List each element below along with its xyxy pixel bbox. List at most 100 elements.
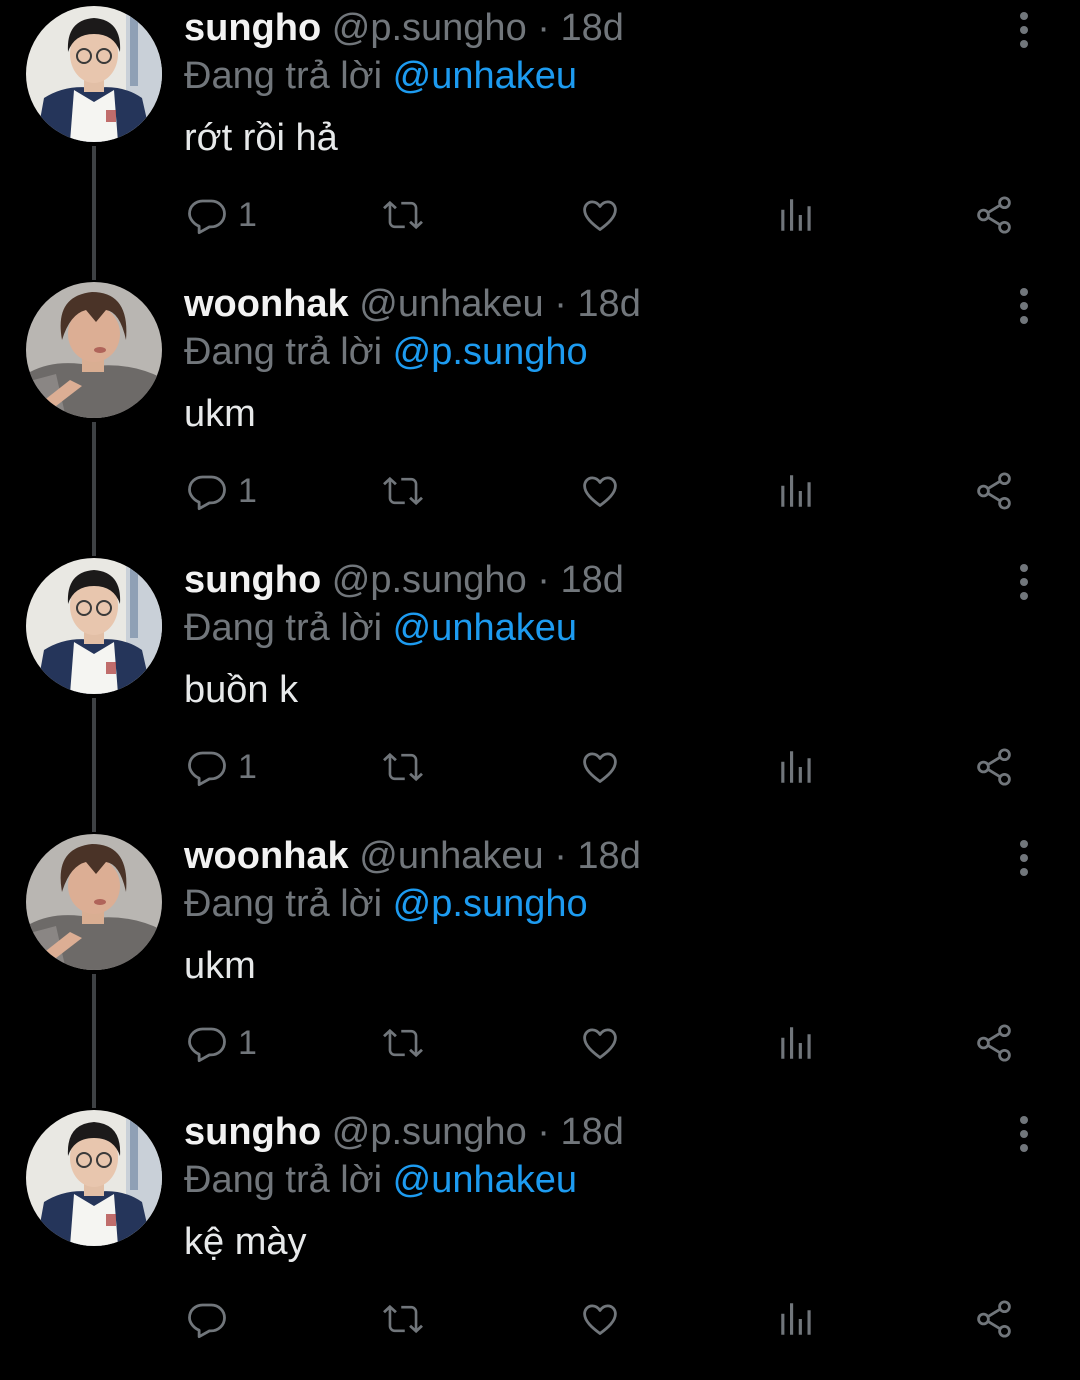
retweet-icon xyxy=(383,1028,423,1058)
tweet[interactable]: sungho @p.sungho · 18d Đang trả lời @unh… xyxy=(0,552,1080,832)
reply-button[interactable]: 1 xyxy=(186,190,257,240)
reply-mention-link[interactable]: @unhakeu xyxy=(393,55,577,97)
replying-to: Đang trả lời @unhakeu xyxy=(184,1156,577,1204)
views-button[interactable] xyxy=(776,190,818,240)
views-button[interactable] xyxy=(776,1294,818,1344)
author-name[interactable]: woonhak xyxy=(184,835,349,877)
avatar[interactable] xyxy=(26,282,162,418)
timestamp[interactable]: 18d xyxy=(560,7,623,49)
views-icon xyxy=(781,475,811,507)
author-handle[interactable]: @p.sungho xyxy=(332,559,527,601)
retweet-button[interactable] xyxy=(380,1294,426,1344)
views-icon xyxy=(781,1303,811,1335)
avatar[interactable] xyxy=(26,1110,162,1246)
tweet[interactable]: sungho @p.sungho · 18d Đang trả lời @unh… xyxy=(0,1104,1080,1380)
views-icon xyxy=(781,751,811,783)
reply-button[interactable]: 1 xyxy=(186,742,257,792)
reply-mention-link[interactable]: @p.sungho xyxy=(393,883,588,925)
tweet-actions: 1 xyxy=(0,742,1080,792)
more-vertical-icon xyxy=(1020,1116,1028,1152)
tweet-actions: 1 xyxy=(0,190,1080,240)
tweet[interactable]: woonhak @unhakeu · 18d Đang trả lời @p.s… xyxy=(0,828,1080,1108)
views-button[interactable] xyxy=(776,742,818,792)
retweet-button[interactable] xyxy=(380,466,426,516)
retweet-icon xyxy=(383,752,423,782)
share-icon xyxy=(977,748,1011,786)
author-handle[interactable]: @unhakeu xyxy=(359,283,543,325)
reply-button[interactable]: 1 xyxy=(186,1018,257,1068)
author-handle[interactable]: @p.sungho xyxy=(332,7,527,49)
replying-to: Đang trả lời @p.sungho xyxy=(184,880,588,928)
tweet-header: sungho @p.sungho · 18d xyxy=(184,4,624,52)
tweet-actions: 1 xyxy=(0,1018,1080,1068)
avatar[interactable] xyxy=(26,6,162,142)
retweet-icon xyxy=(383,476,423,506)
author-handle[interactable]: @p.sungho xyxy=(332,1111,527,1153)
share-button[interactable] xyxy=(972,1018,1016,1068)
timestamp[interactable]: 18d xyxy=(560,559,623,601)
views-button[interactable] xyxy=(776,466,818,516)
more-options-button[interactable] xyxy=(1004,834,1044,882)
timestamp[interactable]: 18d xyxy=(577,835,640,877)
reply-icon xyxy=(188,199,226,235)
tweet-header: woonhak @unhakeu · 18d xyxy=(184,832,641,880)
tweet-header: sungho @p.sungho · 18d xyxy=(184,556,624,604)
like-button[interactable] xyxy=(578,1294,622,1344)
avatar-sungho xyxy=(26,6,162,142)
replying-to-label: Đang trả lời xyxy=(184,331,383,373)
views-button[interactable] xyxy=(776,1018,818,1068)
timestamp[interactable]: 18d xyxy=(577,283,640,325)
retweet-icon xyxy=(383,200,423,230)
tweet-actions xyxy=(0,1294,1080,1344)
like-button[interactable] xyxy=(578,190,622,240)
more-options-button[interactable] xyxy=(1004,282,1044,330)
share-button[interactable] xyxy=(972,466,1016,516)
avatar[interactable] xyxy=(26,834,162,970)
retweet-button[interactable] xyxy=(380,742,426,792)
tweet-text: rớt rồi hả xyxy=(184,117,338,159)
like-button[interactable] xyxy=(578,1018,622,1068)
share-icon xyxy=(977,1024,1011,1062)
views-icon xyxy=(781,199,811,231)
timestamp[interactable]: 18d xyxy=(560,1111,623,1153)
like-button[interactable] xyxy=(578,466,622,516)
more-options-button[interactable] xyxy=(1004,1110,1044,1158)
reply-button[interactable] xyxy=(186,1294,238,1344)
reply-mention-link[interactable]: @p.sungho xyxy=(393,331,588,373)
author-name[interactable]: woonhak xyxy=(184,283,349,325)
share-button[interactable] xyxy=(972,190,1016,240)
retweet-button[interactable] xyxy=(380,190,426,240)
more-vertical-icon xyxy=(1020,288,1028,324)
like-button[interactable] xyxy=(578,742,622,792)
separator: · xyxy=(537,1111,550,1153)
retweet-button[interactable] xyxy=(380,1018,426,1068)
tweet-text: buồn k xyxy=(184,669,299,711)
more-options-button[interactable] xyxy=(1004,6,1044,54)
tweet[interactable]: sungho @p.sungho · 18d Đang trả lời @unh… xyxy=(0,0,1080,280)
reply-button[interactable]: 1 xyxy=(186,466,257,516)
author-name[interactable]: sungho xyxy=(184,7,321,49)
reply-mention-link[interactable]: @unhakeu xyxy=(393,607,577,649)
reply-mention-link[interactable]: @unhakeu xyxy=(393,1159,577,1201)
author-handle[interactable]: @unhakeu xyxy=(359,835,543,877)
tweet[interactable]: woonhak @unhakeu · 18d Đang trả lời @p.s… xyxy=(0,276,1080,556)
author-name[interactable]: sungho xyxy=(184,559,321,601)
tweet-text: kệ mày xyxy=(184,1221,307,1263)
more-options-button[interactable] xyxy=(1004,558,1044,606)
like-icon xyxy=(583,1304,617,1335)
retweet-icon xyxy=(383,1304,423,1334)
tweet-text: ukm xyxy=(184,393,256,435)
separator: · xyxy=(537,7,550,49)
avatar-sungho xyxy=(26,1110,162,1246)
avatar-sungho xyxy=(26,558,162,694)
avatar[interactable] xyxy=(26,558,162,694)
separator: · xyxy=(554,283,567,325)
like-icon xyxy=(583,476,617,507)
share-button[interactable] xyxy=(972,1294,1016,1344)
reply-icon xyxy=(188,475,226,511)
author-name[interactable]: sungho xyxy=(184,1111,321,1153)
share-button[interactable] xyxy=(972,742,1016,792)
tweet-header: woonhak @unhakeu · 18d xyxy=(184,280,641,328)
share-icon xyxy=(977,472,1011,510)
replying-to-label: Đang trả lời xyxy=(184,883,383,925)
